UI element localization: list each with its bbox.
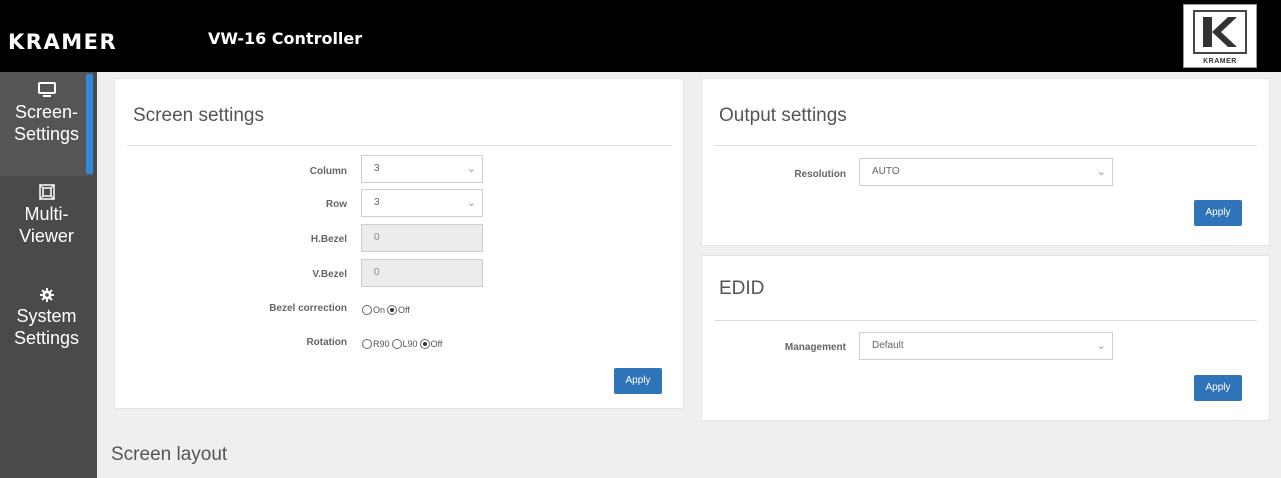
column-label: Column <box>309 166 347 177</box>
sidebar-item-screen-settings[interactable]: Screen- Settings <box>0 72 93 176</box>
edid-panel: EDID Management Default ⌄ Apply <box>701 255 1270 421</box>
radio-label: On <box>373 305 386 315</box>
panel-title: Output settings <box>719 105 847 126</box>
radio-label: L90 <box>402 339 418 349</box>
resolution-label: Resolution <box>794 169 846 180</box>
gear-icon <box>39 288 54 302</box>
row-value: 3 <box>374 197 380 208</box>
column-select[interactable]: 3 ⌄ <box>361 155 483 183</box>
rotation-label: Rotation <box>306 337 347 348</box>
sidebar-item-multi-viewer[interactable]: Multi- Viewer <box>0 184 93 274</box>
sidebar-item-label: Viewer <box>19 226 74 246</box>
divider <box>127 145 672 146</box>
rotation-group: R90 L90 Off <box>362 339 442 349</box>
bezel-correction-on-radio[interactable] <box>362 305 372 315</box>
bezel-correction-label: Bezel correction <box>269 303 347 314</box>
management-select[interactable]: Default ⌄ <box>859 332 1113 360</box>
divider <box>714 320 1257 321</box>
divider <box>714 145 1257 146</box>
hbezel-input[interactable]: 0 <box>361 224 483 252</box>
brand-name: KRAMER <box>8 30 118 54</box>
app-title: VW-16 Controller <box>208 29 363 48</box>
logo-text: KRAMER <box>1203 58 1237 65</box>
active-indicator <box>86 74 93 174</box>
chevron-down-icon: ⌄ <box>1096 340 1106 352</box>
rotation-off-radio[interactable] <box>419 339 430 349</box>
screen-settings-panel: Screen settings Column 3 ⌄ Row 3 ⌄ H.Bez… <box>114 78 684 409</box>
sidebar-item-label: Settings <box>13 124 80 144</box>
sidebar-item-label: System <box>16 306 77 326</box>
sidebar-item-label: Settings <box>13 328 80 348</box>
row-label: Row <box>325 199 347 210</box>
panel-title: EDID <box>719 278 765 299</box>
radio-label: Off <box>430 339 443 349</box>
resolution-value: AUTO <box>872 166 900 177</box>
radio-label: R90 <box>373 339 390 349</box>
top-bar: KRAMER VW-16 Controller KRAMER <box>0 0 1281 72</box>
chevron-down-icon: ⌄ <box>466 163 476 175</box>
management-label: Management <box>784 342 846 353</box>
screen-settings-apply-button[interactable]: Apply <box>614 368 662 394</box>
kramer-logo: KRAMER <box>1183 4 1257 68</box>
monitor-icon <box>37 82 56 97</box>
rotation-l90-radio[interactable] <box>391 339 402 349</box>
screen-layout-title: Screen layout <box>111 444 228 465</box>
sidebar: Screen- Settings Multi- Viewer System Se <box>0 72 97 478</box>
bezel-correction-off-radio[interactable] <box>387 305 398 315</box>
column-value: 3 <box>374 163 380 174</box>
chevron-down-icon: ⌄ <box>466 197 476 209</box>
kramer-k-icon <box>1193 10 1247 54</box>
output-settings-panel: Output settings Resolution AUTO ⌄ Apply <box>701 78 1270 246</box>
chevron-down-icon: ⌄ <box>1096 166 1106 178</box>
edid-apply-button[interactable]: Apply <box>1194 375 1242 401</box>
vbezel-input[interactable]: 0 <box>361 259 483 287</box>
row-select[interactable]: 3 ⌄ <box>361 189 483 217</box>
sidebar-item-label: Screen- <box>14 102 79 122</box>
panel-title: Screen settings <box>133 105 264 126</box>
sidebar-item-system-settings[interactable]: System Settings <box>0 288 93 378</box>
vbezel-label: V.Bezel <box>312 269 347 280</box>
hbezel-label: H.Bezel <box>310 234 347 245</box>
multiviewer-icon <box>38 184 55 200</box>
sidebar-item-label: Multi- <box>24 204 69 224</box>
resolution-select[interactable]: AUTO ⌄ <box>859 158 1113 186</box>
output-settings-apply-button[interactable]: Apply <box>1194 200 1242 226</box>
rotation-r90-radio[interactable] <box>362 339 372 349</box>
radio-label: Off <box>398 305 410 315</box>
management-value: Default <box>872 340 904 351</box>
bezel-correction-group: On Off <box>362 305 410 315</box>
